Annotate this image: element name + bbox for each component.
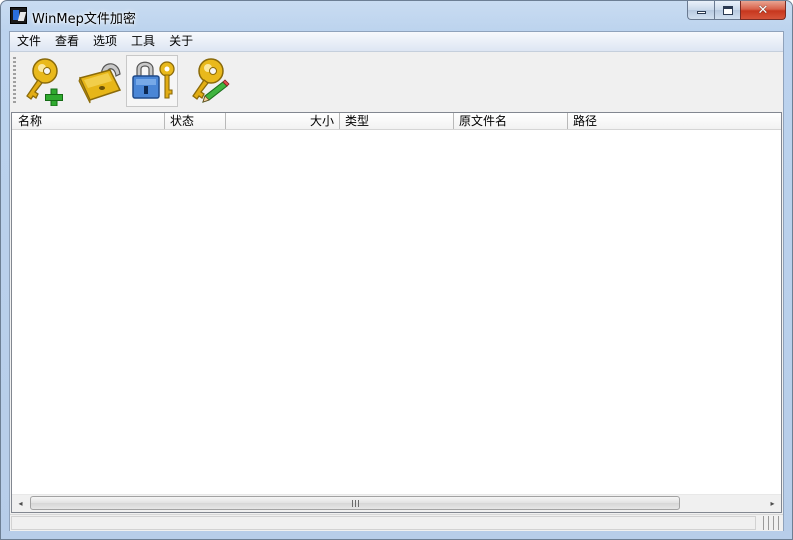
- toolbar-grip[interactable]: [13, 57, 16, 105]
- close-button[interactable]: ✕: [740, 1, 786, 20]
- thumb-grip-icon: [351, 499, 359, 507]
- column-type[interactable]: 类型: [340, 113, 454, 129]
- column-size[interactable]: 大小: [226, 113, 340, 129]
- column-path[interactable]: 路径: [568, 113, 781, 129]
- column-name[interactable]: 名称: [12, 113, 165, 129]
- menu-bar: 文件 查看 选项 工具 关于: [10, 32, 783, 52]
- menu-options[interactable]: 选项: [86, 32, 124, 51]
- list-header: 名称 状态 大小 类型 原文件名 路径: [12, 113, 781, 130]
- title-bar[interactable]: WinMep文件加密 ✕: [1, 1, 792, 31]
- lock-key-icon: [132, 61, 175, 99]
- close-icon: ✕: [757, 2, 769, 18]
- size-grip-icon[interactable]: [763, 516, 781, 530]
- status-bar: [10, 514, 783, 531]
- app-window: WinMep文件加密 ✕ 文件 查看 选项 工具 关于 名称 状态 大小 类型 …: [0, 0, 793, 540]
- horizontal-scrollbar[interactable]: ◂ ▸: [12, 494, 781, 512]
- encrypt-button[interactable]: [73, 55, 125, 107]
- key-add-icon: [26, 58, 63, 106]
- add-key-button[interactable]: [20, 55, 72, 107]
- minimize-icon: [696, 11, 706, 14]
- status-panel: [11, 516, 756, 530]
- client-area: 文件 查看 选项 工具 关于 名称 状态 大小 类型 原文件名 路径 ◂ ▸: [9, 31, 784, 531]
- scroll-left-arrow[interactable]: ◂: [12, 495, 29, 512]
- padlock-icon: [78, 63, 122, 104]
- toolbar: [10, 52, 783, 110]
- scroll-thumb[interactable]: [30, 496, 680, 510]
- menu-about[interactable]: 关于: [162, 32, 200, 51]
- maximize-button[interactable]: [714, 1, 740, 20]
- column-status[interactable]: 状态: [165, 113, 226, 129]
- decrypt-button[interactable]: [126, 55, 178, 107]
- menu-file[interactable]: 文件: [10, 32, 48, 51]
- list-body[interactable]: [12, 130, 781, 494]
- scroll-right-arrow[interactable]: ▸: [764, 495, 781, 512]
- minimize-button[interactable]: [687, 1, 714, 20]
- file-list[interactable]: 名称 状态 大小 类型 原文件名 路径 ◂ ▸: [11, 112, 782, 513]
- caption-buttons: ✕: [687, 1, 786, 21]
- maximize-icon: [722, 5, 733, 15]
- edit-key-button[interactable]: [182, 55, 234, 107]
- menu-view[interactable]: 查看: [48, 32, 86, 51]
- winmep-app-icon[interactable]: [10, 7, 27, 24]
- menu-tools[interactable]: 工具: [124, 32, 162, 51]
- column-original-filename[interactable]: 原文件名: [454, 113, 568, 129]
- key-edit-icon: [192, 58, 230, 103]
- window-title: WinMep文件加密: [32, 12, 136, 27]
